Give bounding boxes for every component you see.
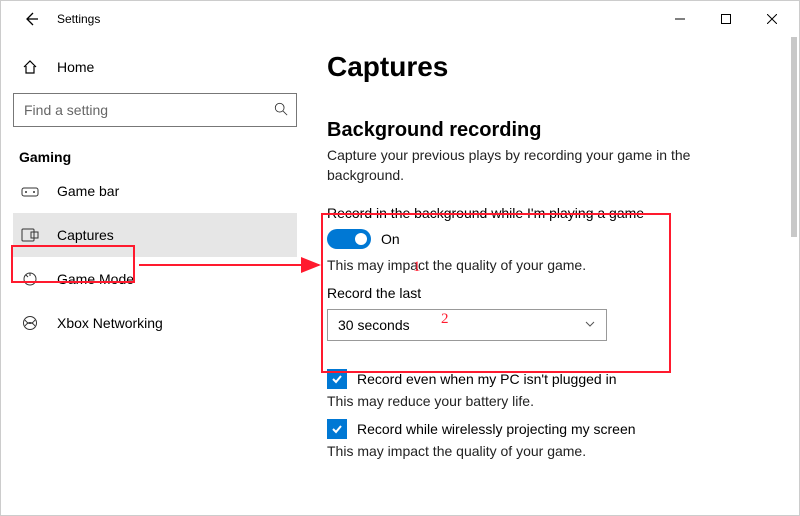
content-area: Captures Background recording Capture yo… bbox=[309, 37, 799, 515]
duration-value: 30 seconds bbox=[338, 317, 410, 333]
home-icon bbox=[19, 59, 41, 75]
background-record-toggle[interactable] bbox=[327, 229, 371, 249]
window-title: Settings bbox=[57, 12, 100, 26]
checkbox-wireless-project-help: This may impact the quality of your game… bbox=[327, 443, 773, 459]
sidebar-item-game-bar[interactable]: Game bar bbox=[13, 169, 297, 213]
sidebar-item-captures[interactable]: Captures bbox=[13, 213, 297, 257]
toggle-knob bbox=[355, 233, 367, 245]
sidebar: Home Find a setting Gaming Game bar Capt… bbox=[1, 37, 309, 515]
minimize-button[interactable] bbox=[657, 4, 703, 34]
back-button[interactable] bbox=[15, 3, 47, 35]
toggle-state-label: On bbox=[381, 231, 400, 247]
sidebar-item-label: Game bar bbox=[57, 183, 119, 199]
checkbox-plugged-in-label: Record even when my PC isn't plugged in bbox=[357, 371, 616, 387]
search-input[interactable]: Find a setting bbox=[13, 93, 297, 127]
window-controls bbox=[657, 4, 795, 34]
checkbox-wireless-project-label: Record while wirelessly projecting my sc… bbox=[357, 421, 636, 437]
captures-icon bbox=[19, 228, 41, 242]
nav-home-label: Home bbox=[57, 59, 94, 75]
sidebar-item-label: Game Mode bbox=[57, 271, 134, 287]
nav-home[interactable]: Home bbox=[13, 47, 297, 87]
toggle-help-text: This may impact the quality of your game… bbox=[327, 257, 773, 273]
xbox-networking-icon bbox=[19, 315, 41, 331]
duration-label: Record the last bbox=[327, 285, 773, 301]
search-placeholder: Find a setting bbox=[24, 102, 108, 118]
sidebar-item-label: Xbox Networking bbox=[57, 315, 163, 331]
arrow-left-icon bbox=[23, 11, 39, 27]
sidebar-section-title: Gaming bbox=[19, 149, 297, 165]
check-icon bbox=[330, 422, 344, 436]
section-heading: Background recording bbox=[327, 119, 773, 142]
game-mode-icon bbox=[19, 271, 41, 287]
maximize-button[interactable] bbox=[703, 4, 749, 34]
checkbox-wireless-project[interactable] bbox=[327, 419, 347, 439]
checkbox-plugged-in[interactable] bbox=[327, 369, 347, 389]
close-icon bbox=[767, 14, 777, 24]
toggle-title: Record in the background while I'm playi… bbox=[327, 205, 773, 221]
maximize-icon bbox=[721, 14, 731, 24]
close-button[interactable] bbox=[749, 4, 795, 34]
chevron-down-icon bbox=[584, 317, 596, 333]
page-title: Captures bbox=[327, 51, 773, 83]
search-icon bbox=[274, 102, 288, 119]
checkbox-plugged-in-help: This may reduce your battery life. bbox=[327, 393, 773, 409]
minimize-icon bbox=[675, 14, 685, 24]
check-icon bbox=[330, 372, 344, 386]
sidebar-item-xbox-networking[interactable]: Xbox Networking bbox=[13, 301, 297, 345]
sidebar-item-game-mode[interactable]: Game Mode bbox=[13, 257, 297, 301]
sidebar-item-label: Captures bbox=[57, 227, 114, 243]
scrollbar[interactable] bbox=[791, 37, 797, 237]
titlebar: Settings bbox=[1, 1, 799, 37]
duration-select[interactable]: 30 seconds bbox=[327, 309, 607, 341]
game-bar-icon bbox=[19, 184, 41, 198]
section-description: Capture your previous plays by recording… bbox=[327, 146, 747, 185]
